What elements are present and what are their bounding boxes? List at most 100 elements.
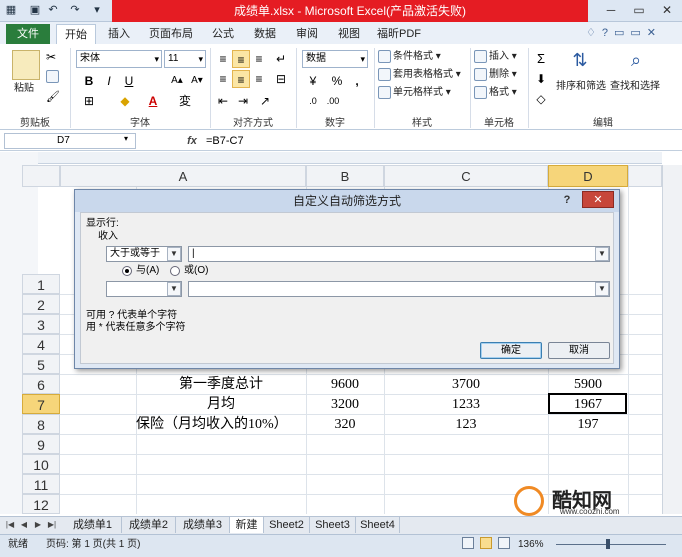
sheet-tab-sheet4[interactable]: Sheet4 (356, 517, 400, 533)
find-select-button[interactable]: 查找和选择 (610, 80, 660, 94)
row-header-9[interactable]: 9 (22, 434, 60, 454)
undo-icon[interactable]: ↶ (46, 3, 60, 17)
cell-style-button[interactable]: 单元格样式 ▾ (378, 86, 451, 100)
operator2-dropdown-icon[interactable]: ▼ (167, 282, 181, 296)
row-header-7[interactable]: 7 (22, 394, 60, 414)
name-box-dropdown-icon[interactable]: ▾ (124, 134, 128, 143)
customize-quick-access-icon[interactable]: ▾ (90, 3, 104, 17)
cell-d8[interactable]: 197 (548, 415, 628, 435)
fill-icon[interactable]: ⬇ (532, 70, 550, 88)
sheet-tab-sheet2[interactable]: Sheet2 (264, 517, 310, 533)
cell-b6[interactable]: 9600 (306, 375, 384, 395)
row-header-6[interactable]: 6 (22, 374, 60, 394)
zoom-slider-thumb[interactable] (606, 539, 610, 549)
row-header-10[interactable]: 10 (22, 454, 60, 474)
row-header-4[interactable]: 4 (22, 334, 60, 354)
copy-icon[interactable] (46, 70, 60, 84)
column-header-d[interactable]: D (548, 165, 628, 187)
cell-b7[interactable]: 3200 (306, 395, 384, 415)
tab-view[interactable]: 视图 (330, 24, 368, 44)
cell-d6[interactable]: 5900 (548, 375, 628, 395)
sort-filter-button[interactable]: 排序和筛选 (556, 80, 606, 94)
table-format-button[interactable]: 套用表格格式 ▾ (378, 68, 461, 82)
column-header-e[interactable] (628, 165, 662, 187)
delete-cells-button[interactable]: 删除 ▾ (474, 68, 517, 82)
sheet-tab-2[interactable]: 成绩单2 (122, 517, 176, 533)
column-header-a[interactable]: A (60, 165, 306, 187)
increase-indent-icon[interactable]: ⇥ (234, 92, 252, 110)
row-header-2[interactable]: 2 (22, 294, 60, 314)
tab-page-layout[interactable]: 页面布局 (142, 24, 200, 44)
border-icon[interactable]: ⊞ (80, 92, 98, 110)
tab-insert[interactable]: 插入 (100, 24, 138, 44)
cut-icon[interactable]: ✂ (46, 50, 60, 64)
tab-review[interactable]: 审阅 (288, 24, 326, 44)
or-radio[interactable] (170, 266, 180, 276)
minimize-button[interactable]: ─ (596, 0, 626, 20)
find-select-icon[interactable]: ⌕ (624, 50, 648, 76)
and-radio[interactable] (122, 266, 132, 276)
align-middle-icon[interactable]: ≡ (232, 50, 250, 68)
row-header-8[interactable]: 8 (22, 414, 60, 434)
align-left-icon[interactable]: ≡ (214, 70, 232, 88)
underline-button[interactable]: U (120, 72, 138, 90)
sheet-tab-new[interactable]: 新建 (230, 517, 264, 533)
save-icon[interactable]: ▣ (28, 3, 42, 17)
format-cells-button[interactable]: 格式 ▾ (474, 86, 517, 100)
shrink-font-icon[interactable]: A▾ (188, 72, 206, 90)
cell-b8[interactable]: 320 (306, 415, 384, 435)
font-name-combo[interactable]: 宋体 (76, 50, 162, 68)
vertical-scrollbar[interactable] (662, 165, 682, 514)
value1-input[interactable]: | (188, 246, 610, 262)
decrease-indent-icon[interactable]: ⇤ (214, 92, 232, 110)
cell-a7[interactable]: 月均 (136, 395, 306, 415)
formula-input[interactable]: =B7-C7 (206, 133, 676, 149)
select-all-corner[interactable] (22, 165, 60, 187)
first-sheet-icon[interactable]: |◀ (4, 518, 16, 532)
number-format-combo[interactable]: 数据 (302, 50, 368, 68)
column-header-c[interactable]: C (384, 165, 548, 187)
zoom-level[interactable]: 136% (518, 538, 544, 552)
next-sheet-icon[interactable]: ▶ (32, 518, 44, 532)
increase-decimal-icon[interactable]: .0 (304, 92, 322, 110)
font-size-combo[interactable]: 11 (164, 50, 206, 68)
phonetic-icon[interactable]: 変 (176, 92, 194, 110)
tab-formulas[interactable]: 公式 (204, 24, 242, 44)
sheet-tab-sheet3[interactable]: Sheet3 (310, 517, 356, 533)
conditional-format-button[interactable]: 条件格式 ▾ (378, 50, 441, 64)
tab-data[interactable]: 数据 (246, 24, 284, 44)
sort-filter-icon[interactable]: ⇅ (568, 50, 592, 76)
page-break-view-icon[interactable] (498, 537, 510, 549)
name-box[interactable]: D7 (4, 133, 136, 149)
value2-input[interactable] (188, 281, 610, 297)
paste-icon[interactable] (12, 50, 40, 80)
comma-button[interactable]: , (348, 72, 366, 90)
cell-a6[interactable]: 第一季度总计 (136, 375, 306, 395)
cell-c7[interactable]: 1233 (384, 395, 548, 415)
column-header-b[interactable]: B (306, 165, 384, 187)
prev-sheet-icon[interactable]: ◀ (18, 518, 30, 532)
font-color-icon[interactable]: A (144, 92, 162, 110)
align-right-icon[interactable]: ≡ (250, 70, 268, 88)
align-bottom-icon[interactable]: ≡ (250, 50, 268, 68)
tab-file[interactable]: 文件 (6, 24, 50, 44)
tab-home[interactable]: 开始 (56, 24, 96, 44)
bold-button[interactable]: B (80, 72, 98, 90)
currency-icon[interactable]: ¥ (304, 72, 322, 90)
redo-icon[interactable]: ↷ (68, 3, 82, 17)
align-center-icon[interactable]: ≡ (232, 70, 250, 88)
page-layout-view-icon[interactable] (480, 537, 492, 549)
insert-function-icon[interactable]: fx (184, 133, 200, 149)
wrap-text-icon[interactable]: ↵ (272, 50, 290, 68)
decrease-decimal-icon[interactable]: .00 (324, 92, 342, 110)
cell-c8[interactable]: 123 (384, 415, 548, 435)
row-header-3[interactable]: 3 (22, 314, 60, 334)
tab-foxit-pdf[interactable]: 福昕PDF (372, 24, 426, 44)
dialog-close-button[interactable]: ✕ (582, 191, 614, 208)
restore-button[interactable]: ▭ (624, 0, 654, 20)
fill-color-icon[interactable]: ◆ (116, 92, 134, 110)
cancel-button[interactable]: 取消 (548, 342, 610, 359)
cell-c6[interactable]: 3700 (384, 375, 548, 395)
sheet-tab-3[interactable]: 成绩单3 (176, 517, 230, 533)
value2-dropdown-icon[interactable]: ▼ (595, 282, 609, 296)
